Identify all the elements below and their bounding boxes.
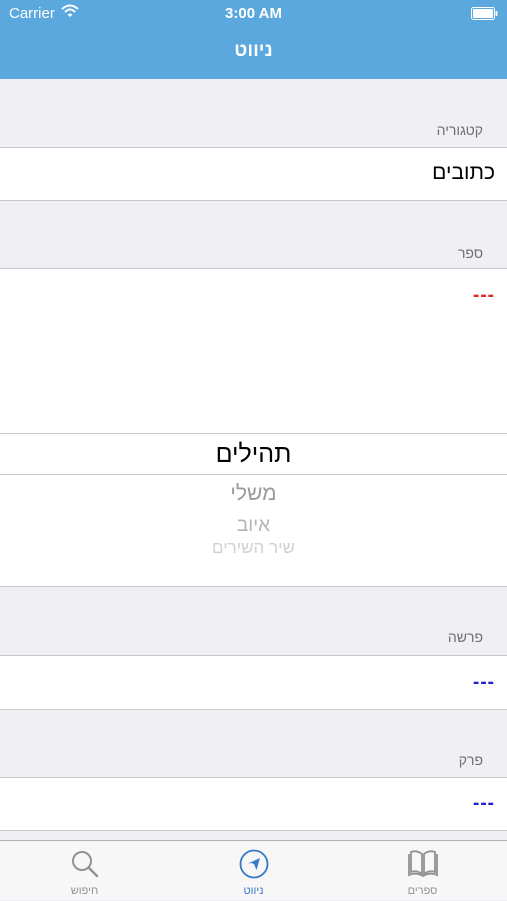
- book-picker[interactable]: תהילים משלי איוב שיר השירים: [0, 323, 507, 587]
- status-bar: Carrier 3:00 AM: [0, 0, 507, 28]
- tab-bar: חיפוש ניווט ספרים: [0, 840, 507, 900]
- parasha-value: ---: [473, 672, 495, 693]
- chapter-value: ---: [473, 793, 495, 814]
- category-cell[interactable]: כתובים: [0, 147, 507, 201]
- tab-search-label: חיפוש: [70, 885, 99, 897]
- book-header: ספר: [457, 245, 483, 261]
- category-header: קטגוריה: [436, 122, 483, 138]
- navigation-icon: [239, 849, 268, 879]
- picker-selection-bottom-line: [0, 474, 507, 475]
- picker-selected-item[interactable]: תהילים: [0, 440, 507, 469]
- parasha-cell[interactable]: ---: [0, 655, 507, 710]
- chapter-header: פרק: [458, 752, 483, 768]
- tab-books[interactable]: ספרים: [338, 841, 507, 901]
- page-title: ניווט: [234, 40, 273, 61]
- tab-search[interactable]: חיפוש: [0, 841, 169, 901]
- search-icon: [71, 851, 98, 878]
- chapter-cell[interactable]: ---: [0, 777, 507, 831]
- clock: 3:00 AM: [225, 5, 282, 22]
- picker-item[interactable]: שיר השירים: [0, 538, 507, 558]
- tab-navigation-label: ניווט: [243, 885, 264, 897]
- picker-selection-top-line: [0, 433, 507, 434]
- picker-item[interactable]: איוב: [0, 515, 507, 537]
- navigation-bar: ניווט: [0, 28, 507, 79]
- picker-item[interactable]: משלי: [0, 482, 507, 506]
- parasha-header: פרשה: [447, 629, 483, 645]
- book-value: ---: [473, 285, 495, 306]
- battery-icon: [471, 7, 498, 20]
- tab-navigation[interactable]: ניווט: [169, 841, 338, 901]
- book-cell[interactable]: ---: [0, 268, 507, 324]
- book-icon: [407, 850, 438, 878]
- tab-books-label: ספרים: [407, 885, 438, 897]
- category-value: כתובים: [432, 161, 495, 184]
